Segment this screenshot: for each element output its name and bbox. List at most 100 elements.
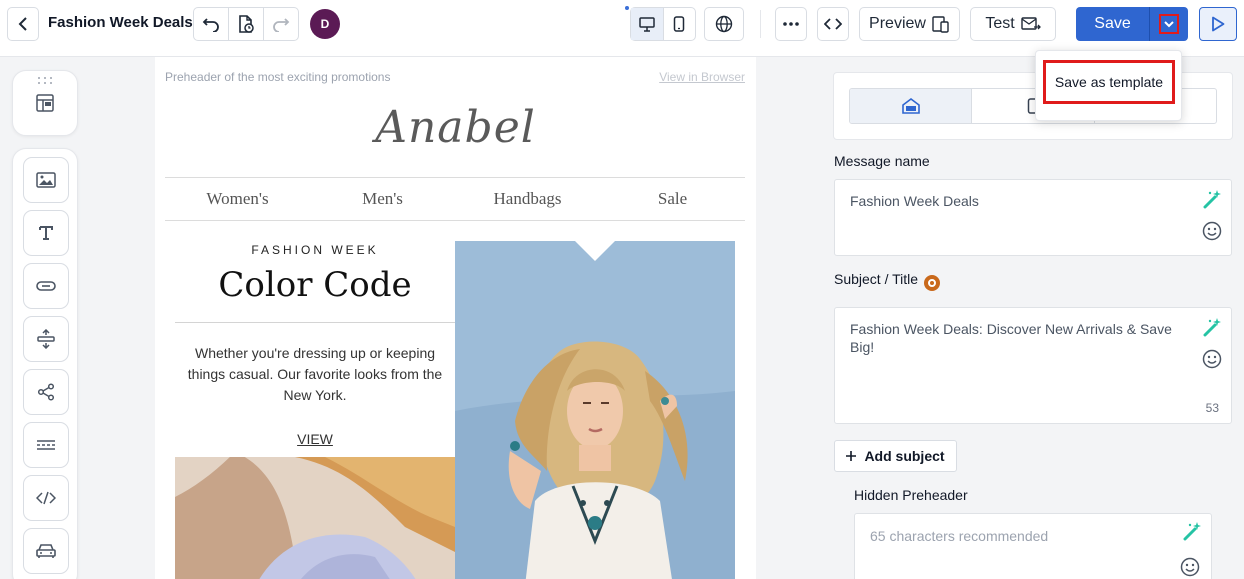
redo-button[interactable] xyxy=(264,8,298,40)
chevron-left-icon xyxy=(18,17,27,31)
image-block-tool[interactable] xyxy=(23,157,69,203)
send-mail-icon xyxy=(1020,17,1041,30)
text-icon xyxy=(39,226,53,240)
hidden-preheader-placeholder: 65 characters recommended xyxy=(870,528,1049,544)
subject-label: Subject / Title xyxy=(834,271,919,287)
mobile-view-button[interactable] xyxy=(664,8,696,40)
email-preheader[interactable]: Preheader of the most exciting promotion… xyxy=(165,70,390,84)
ellipsis-icon xyxy=(783,22,799,26)
subject-label-row: Subject / Title xyxy=(834,271,941,291)
desktop-view-button[interactable] xyxy=(631,8,664,40)
hidden-preheader-field[interactable]: 65 characters recommended xyxy=(854,513,1212,579)
ai-magic-wand-icon[interactable] xyxy=(1201,188,1223,210)
emoji-icon[interactable] xyxy=(1201,220,1223,242)
test-send-button[interactable]: Test xyxy=(970,7,1056,41)
ai-magic-wand-icon[interactable] xyxy=(1181,520,1203,542)
save-button[interactable]: Save xyxy=(1076,7,1150,41)
hidden-preheader-label: Hidden Preheader xyxy=(854,487,968,503)
section-body-text[interactable]: Whether you're dressing up or keeping th… xyxy=(185,343,445,406)
top-bar: Fashion Week Deals D Preview Test Save xyxy=(0,0,1244,57)
html-block-tool[interactable] xyxy=(23,475,69,521)
section-eyebrow[interactable]: FASHION WEEK xyxy=(175,243,455,257)
test-label: Test xyxy=(985,15,1015,32)
model-photo-left[interactable] xyxy=(175,457,455,579)
ai-magic-wand-icon[interactable] xyxy=(1201,316,1223,338)
save-split-button: Save xyxy=(1076,7,1188,41)
toolbar-separator xyxy=(760,10,761,38)
menu-item-handbags[interactable]: Handbags xyxy=(455,178,600,220)
drag-handle-icon[interactable] xyxy=(38,77,52,85)
language-button[interactable] xyxy=(704,7,744,41)
model-photo-right[interactable] xyxy=(455,241,735,579)
plus-icon xyxy=(846,451,857,461)
device-toggle xyxy=(630,7,696,41)
tab-email-settings[interactable] xyxy=(850,89,973,123)
menu-item-women[interactable]: Women's xyxy=(165,178,310,220)
message-name-value: Fashion Week Deals xyxy=(850,193,979,209)
file-history-icon xyxy=(239,15,254,33)
email-settings-icon xyxy=(901,98,920,114)
indicator-dot xyxy=(625,6,629,10)
button-icon xyxy=(36,281,56,291)
content-blocks-panel xyxy=(12,148,78,579)
save-options-toggle[interactable] xyxy=(1150,7,1188,41)
chevron-down-icon xyxy=(1164,21,1174,28)
view-link[interactable]: VIEW xyxy=(175,431,455,447)
info-icon[interactable] xyxy=(924,275,941,291)
code-view-button[interactable] xyxy=(817,7,849,41)
menu-item-sale[interactable]: Sale xyxy=(600,178,745,220)
social-block-tool[interactable] xyxy=(23,369,69,415)
divider-block-tool[interactable] xyxy=(23,422,69,468)
save-as-template-item[interactable]: Save as template xyxy=(1043,60,1175,104)
redo-icon xyxy=(273,18,290,32)
share-icon xyxy=(37,383,55,401)
save-options-menu: Save as template xyxy=(1035,50,1182,121)
button-block-tool[interactable] xyxy=(23,263,69,309)
message-name-label: Message name xyxy=(834,153,930,169)
product-block-tool[interactable] xyxy=(23,528,69,574)
layout-blocks-panel[interactable] xyxy=(12,70,78,136)
add-subject-label: Add subject xyxy=(864,448,945,464)
product-icon xyxy=(36,544,56,558)
message-name-field[interactable]: Fashion Week Deals xyxy=(834,179,1232,256)
user-avatar[interactable]: D xyxy=(310,9,340,39)
code-icon xyxy=(824,18,842,30)
html-code-icon xyxy=(36,491,56,505)
headline-divider xyxy=(175,322,455,323)
divider-icon xyxy=(37,440,55,450)
spacer-block-tool[interactable] xyxy=(23,316,69,362)
undo-button[interactable] xyxy=(194,8,229,40)
spacer-icon xyxy=(37,329,55,349)
play-icon xyxy=(1212,16,1225,32)
more-options-button[interactable] xyxy=(775,7,807,41)
subject-char-counter: 53 xyxy=(1205,401,1219,415)
mobile-icon xyxy=(674,16,685,32)
subject-field[interactable]: Fashion Week Deals: Discover New Arrival… xyxy=(834,307,1232,424)
desktop-icon xyxy=(639,16,655,32)
document-title[interactable]: Fashion Week Deals xyxy=(48,14,193,31)
history-controls xyxy=(193,7,299,41)
preview-device-icon xyxy=(932,16,949,33)
preview-button[interactable]: Preview xyxy=(859,7,960,41)
subject-value: Fashion Week Deals: Discover New Arrival… xyxy=(850,321,1172,355)
version-history-button[interactable] xyxy=(229,8,264,40)
menu-item-men[interactable]: Men's xyxy=(310,178,455,220)
email-canvas[interactable]: Preheader of the most exciting promotion… xyxy=(155,57,756,579)
email-menu: Women's Men's Handbags Sale xyxy=(165,178,745,220)
view-in-browser-link[interactable]: View in Browser xyxy=(659,70,745,84)
image-icon xyxy=(36,172,56,188)
layout-icon xyxy=(36,94,54,112)
brand-logo[interactable]: Anabel xyxy=(155,102,756,153)
back-button[interactable] xyxy=(7,7,39,41)
nav-bottom-divider xyxy=(165,220,745,221)
section-headline[interactable]: Color Code xyxy=(175,265,455,305)
send-button[interactable] xyxy=(1199,7,1237,41)
preview-label: Preview xyxy=(869,15,926,32)
emoji-icon[interactable] xyxy=(1179,556,1201,578)
emoji-icon[interactable] xyxy=(1201,348,1223,370)
undo-icon xyxy=(202,18,219,32)
globe-icon xyxy=(715,15,733,33)
add-subject-button[interactable]: Add subject xyxy=(834,440,957,472)
text-block-tool[interactable] xyxy=(23,210,69,256)
save-options-highlight xyxy=(1159,14,1179,34)
